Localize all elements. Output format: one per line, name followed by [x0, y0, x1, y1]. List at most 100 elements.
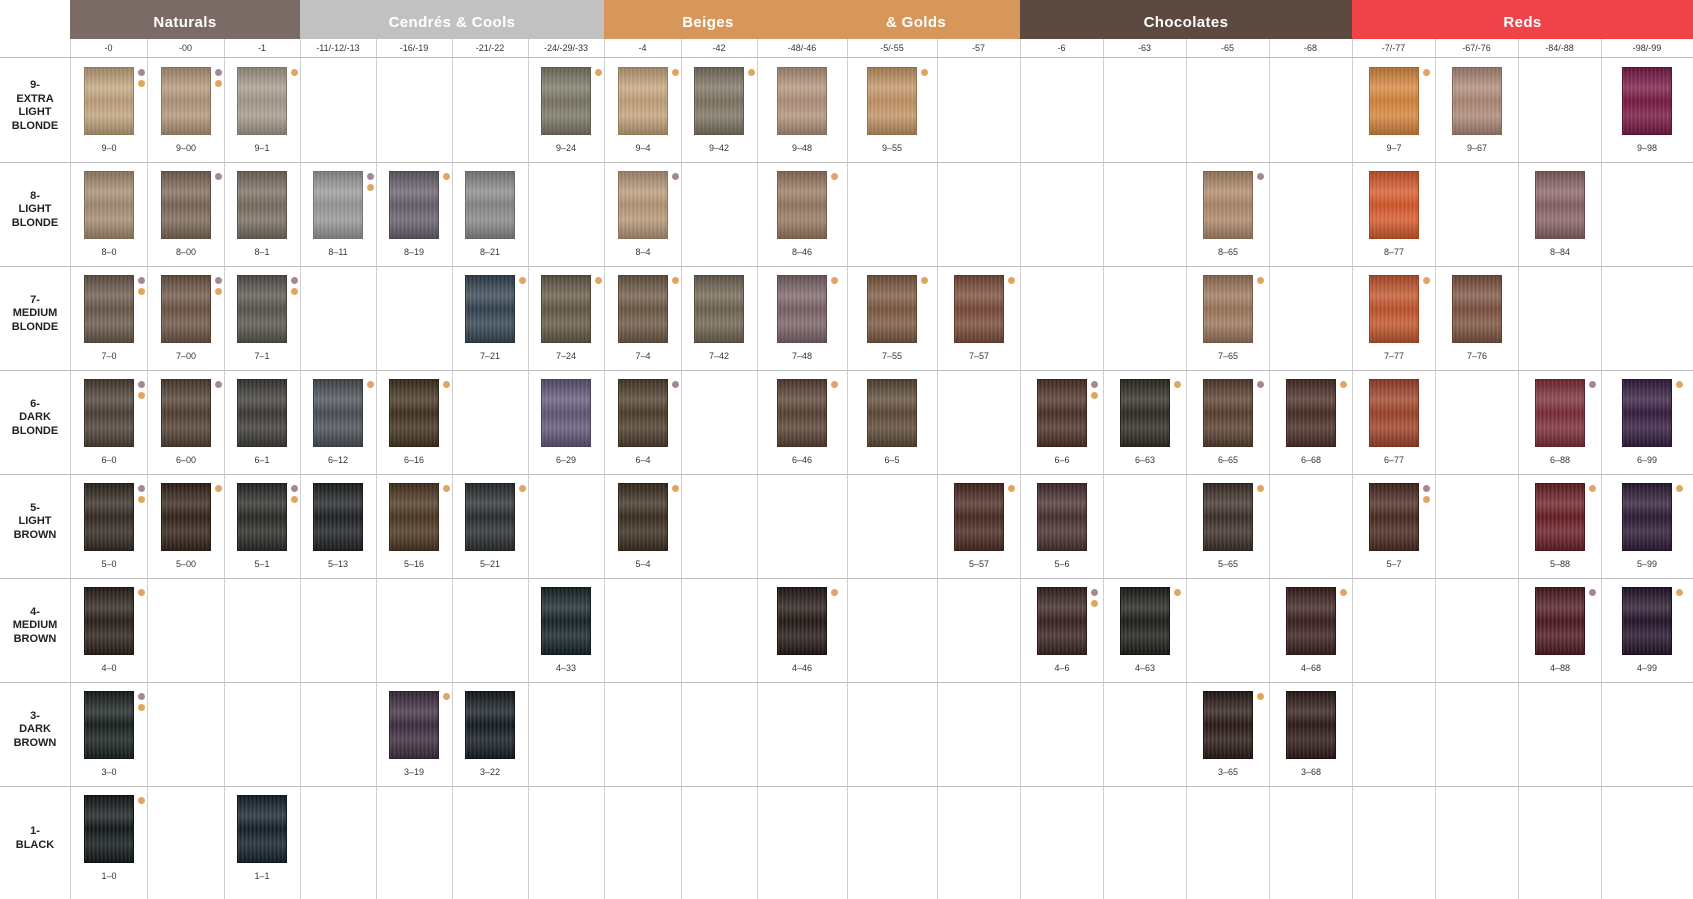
- gold-tone-dot: [1676, 589, 1683, 596]
- hair-swatch: [777, 587, 827, 655]
- hair-swatch: [1286, 379, 1336, 447]
- hair-swatch: [313, 483, 363, 551]
- swatch-cell: 6–12: [300, 370, 376, 474]
- shade-code-label: 3–19: [403, 767, 425, 777]
- column-header: -7/-77: [1381, 43, 1406, 53]
- swatch-cell: 3–0: [70, 682, 147, 786]
- hair-shine: [314, 172, 362, 238]
- gold-tone-dot: [138, 80, 145, 87]
- hair-swatch: [237, 795, 287, 863]
- swatch-cell: 7–0: [70, 266, 147, 370]
- hair-shine: [390, 484, 438, 550]
- swatch-cell: 6–63: [1103, 370, 1186, 474]
- column-header: -67/-76: [1462, 43, 1491, 53]
- shade-code-label: 6–29: [555, 455, 577, 465]
- gold-tone-dot: [519, 277, 526, 284]
- swatch-cell: 1–1: [224, 786, 300, 890]
- hair-shine: [695, 68, 743, 134]
- hair-shine: [1453, 276, 1501, 342]
- row-label-line: BLONDE: [11, 216, 59, 229]
- family-header: Reds: [1352, 0, 1693, 39]
- gold-tone-dot: [1340, 589, 1347, 596]
- shade-code-label: 6–1: [254, 455, 270, 465]
- shade-code-label: 6–4: [635, 455, 651, 465]
- row-label-line: LIGHT: [18, 515, 52, 528]
- hair-swatch: [465, 483, 515, 551]
- hair-swatch: [1452, 67, 1502, 135]
- hair-swatch: [161, 67, 211, 135]
- shade-code-label: 7–24: [555, 351, 577, 361]
- shade-code-label: 6–16: [403, 455, 425, 465]
- swatch-cell: 7–24: [528, 266, 604, 370]
- swatch-cell: 8–46: [757, 162, 847, 266]
- gold-tone-dot: [921, 277, 928, 284]
- hair-swatch: [1286, 691, 1336, 759]
- family-header-label: Beiges: [682, 14, 734, 31]
- hair-swatch: [1369, 483, 1419, 551]
- swatch-cell: 7–48: [757, 266, 847, 370]
- shade-code-label: 4–88: [1549, 663, 1571, 673]
- shade-code-label: 4–0: [101, 663, 117, 673]
- shade-code-label: 5–65: [1217, 559, 1239, 569]
- shade-code-label: 8–0: [101, 247, 117, 257]
- hair-swatch: [1203, 171, 1253, 239]
- gold-tone-dot: [215, 80, 222, 87]
- row-label-line: DARK: [19, 411, 51, 424]
- gold-tone-dot: [672, 485, 679, 492]
- gold-tone-dot: [519, 485, 526, 492]
- swatch-cell: 5–4: [604, 474, 681, 578]
- swatch-cell: 7–42: [681, 266, 757, 370]
- shade-code-label: 7–57: [968, 351, 990, 361]
- hair-shine: [619, 380, 667, 446]
- hair-swatch: [541, 587, 591, 655]
- hair-shine: [619, 172, 667, 238]
- shade-code-label: 4–33: [555, 663, 577, 673]
- hair-shine: [390, 692, 438, 758]
- hair-shine: [1623, 380, 1671, 446]
- swatch-cell: 9–42: [681, 58, 757, 162]
- row-label-line: BLONDE: [11, 320, 59, 333]
- column-header: -63: [1137, 43, 1151, 53]
- shade-code-label: 1–1: [254, 871, 270, 881]
- column-header: -48/-46: [787, 43, 817, 53]
- hair-swatch: [541, 275, 591, 343]
- shade-code-label: 7–55: [881, 351, 903, 361]
- gold-tone-dot: [1091, 392, 1098, 399]
- swatch-cell: 6–88: [1518, 370, 1601, 474]
- hair-shine: [85, 484, 133, 550]
- row-label: 3- DARK BROWN: [0, 710, 70, 751]
- shade-code-label: 9–0: [101, 143, 117, 153]
- hair-swatch: [954, 275, 1004, 343]
- hair-shine: [1536, 484, 1584, 550]
- swatch-cell: 4–88: [1518, 578, 1601, 682]
- gold-tone-dot: [831, 173, 838, 180]
- swatch-cell: 4–99: [1601, 578, 1693, 682]
- swatch-cell: 5–00: [147, 474, 224, 578]
- shade-code-label: 6–46: [791, 455, 813, 465]
- hair-shine: [1370, 484, 1418, 550]
- hair-shine: [1204, 380, 1252, 446]
- ash-tone-dot: [1257, 381, 1264, 388]
- ash-tone-dot: [215, 277, 222, 284]
- row-label-line: MEDIUM: [12, 307, 58, 320]
- hair-swatch: [84, 379, 134, 447]
- row-label: 7- MEDIUM BLONDE: [0, 294, 70, 335]
- shade-code-label: 7–1: [254, 351, 270, 361]
- shade-code-label: 5–7: [1386, 559, 1402, 569]
- hair-swatch: [161, 483, 211, 551]
- shade-code-label: 4–46: [791, 663, 813, 673]
- shade-code-label: 5–21: [479, 559, 501, 569]
- column-header: -6: [1057, 43, 1066, 53]
- column-header: -16/-19: [399, 43, 429, 53]
- gold-tone-dot: [748, 69, 755, 76]
- hair-shine: [542, 380, 590, 446]
- column-header: -42: [712, 43, 726, 53]
- column-header: -68: [1303, 43, 1317, 53]
- shade-code-label: 9–55: [881, 143, 903, 153]
- hair-swatch: [161, 171, 211, 239]
- swatch-cell: 9–00: [147, 58, 224, 162]
- column-header: -98/-99: [1632, 43, 1662, 53]
- gold-tone-dot: [595, 69, 602, 76]
- row-label-line: 9-: [30, 79, 40, 91]
- hair-swatch: [1622, 483, 1672, 551]
